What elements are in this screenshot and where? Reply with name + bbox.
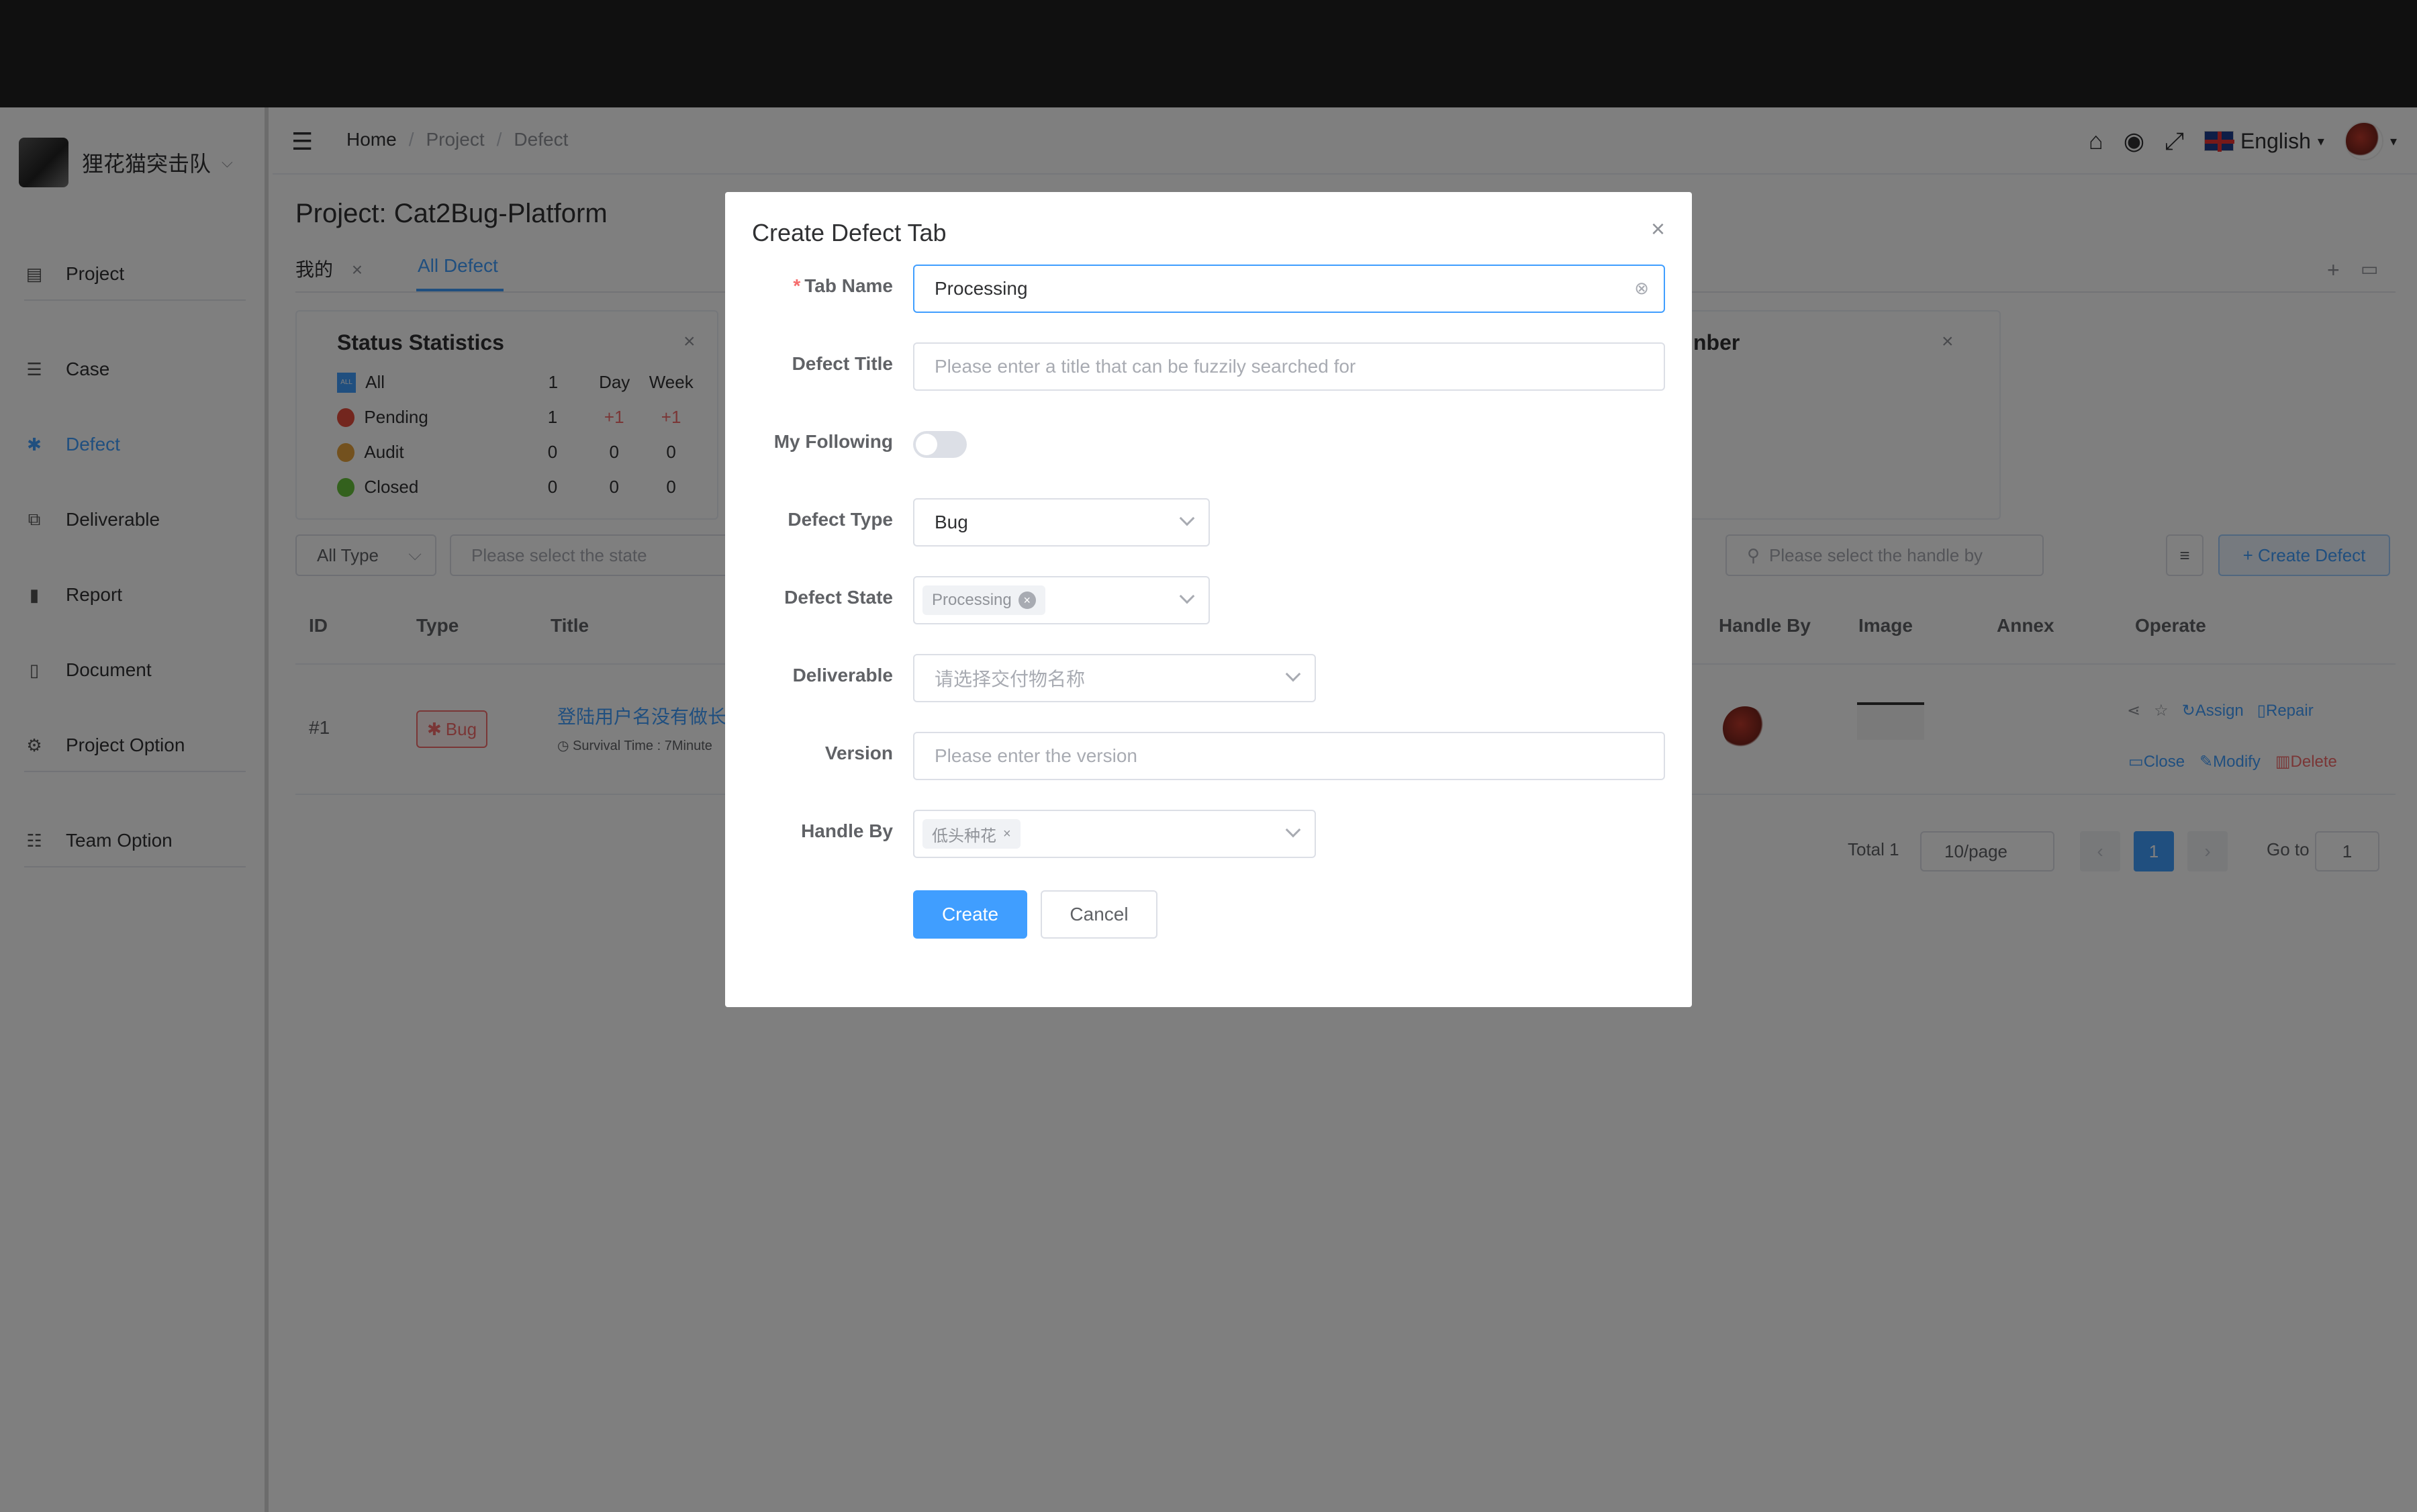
deliverable-placeholder: 请选择交付物名称 (935, 669, 1086, 690)
deliverable-label: Deliverable (792, 665, 893, 686)
defect-type-select[interactable]: Bug (913, 498, 1210, 547)
handle-by-select[interactable]: 低头种花 × (913, 810, 1316, 858)
dialog-title: Create Defect Tab (752, 219, 947, 246)
chevron-down-icon (1179, 588, 1195, 604)
version-label: Version (824, 743, 893, 763)
handle-by-chip-label: 低头种花 (932, 826, 996, 845)
clear-icon[interactable]: ⊗ (1634, 278, 1649, 299)
version-input[interactable]: Please enter the version (913, 732, 1665, 780)
defect-type-value: Bug (935, 512, 968, 532)
state-chip-label: Processing (932, 591, 1012, 609)
my-following-switch[interactable] (913, 431, 967, 458)
tab-name-label: * Tab Name (793, 275, 893, 296)
state-chip: Processing × (922, 585, 1045, 615)
handle-by-label: Handle By (801, 820, 893, 841)
deliverable-select[interactable]: 请选择交付物名称 (913, 654, 1316, 702)
defect-state-select[interactable]: Processing × (913, 576, 1210, 624)
cancel-button[interactable]: Cancel (1041, 890, 1157, 939)
tab-name-value: Processing (935, 278, 1028, 299)
defect-type-label: Defect Type (788, 509, 893, 530)
close-icon[interactable]: × (1651, 215, 1665, 243)
defect-title-placeholder: Please enter a title that can be fuzzily… (935, 356, 1356, 377)
defect-state-label: Defect State (784, 587, 893, 608)
my-following-label: My Following (773, 431, 893, 452)
chevron-down-icon (1179, 510, 1195, 526)
version-placeholder: Please enter the version (935, 745, 1137, 766)
defect-title-label: Defect Title (792, 353, 893, 374)
chevron-down-icon (1285, 666, 1301, 682)
close-icon[interactable]: × (1003, 826, 1011, 842)
tab-name-input[interactable]: Processing ⊗ (913, 265, 1665, 313)
create-button[interactable]: Create (913, 890, 1027, 939)
close-icon[interactable]: × (1018, 592, 1036, 609)
create-defect-tab-dialog: Create Defect Tab × * Tab Name Processing… (725, 192, 1692, 1007)
handle-by-chip: 低头种花 × (922, 819, 1021, 849)
chevron-down-icon (1285, 822, 1301, 838)
defect-title-input[interactable]: Please enter a title that can be fuzzily… (913, 342, 1665, 391)
